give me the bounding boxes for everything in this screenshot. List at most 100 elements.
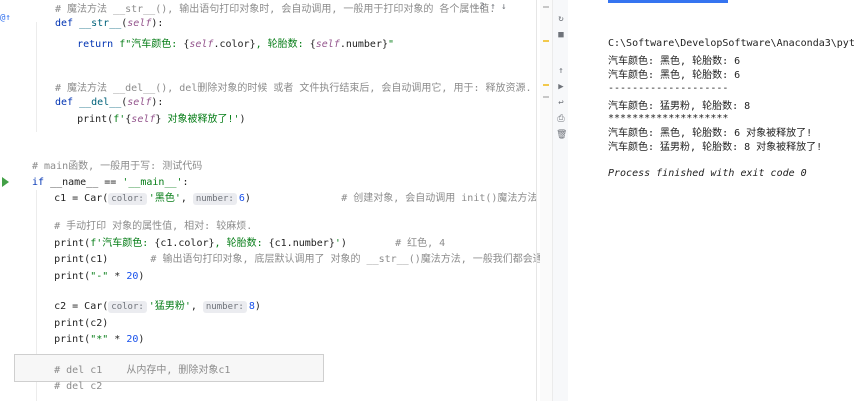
code-line[interactable]: # del c2 bbox=[30, 380, 102, 394]
indent-guide bbox=[36, 22, 37, 132]
code-line[interactable]: print("-" * 20) bbox=[30, 270, 144, 284]
code-line[interactable]: if __name__ == '__main__': bbox=[32, 176, 189, 190]
code-token: 对象被释放了!' bbox=[161, 114, 240, 125]
parameter-hint: number: bbox=[192, 193, 237, 205]
code-token: __del__ bbox=[79, 97, 122, 108]
code-token: , bbox=[180, 193, 193, 204]
console-line: Process finished with exit code 0 bbox=[608, 168, 807, 179]
run-main-icon[interactable] bbox=[2, 177, 9, 187]
code-line[interactable]: print(c1) # 输出语句打印对象, 底层默认调用了 对象的 __str_… bbox=[30, 253, 540, 267]
code-line[interactable]: def __del__(self): bbox=[55, 96, 163, 110]
console-line: 汽车颜色: 黑色, 轮胎数: 6 对象被释放了! bbox=[608, 128, 813, 139]
code-token: self bbox=[131, 114, 156, 125]
code-token: print(c1) bbox=[30, 254, 151, 265]
override-marker-icon[interactable]: @↑ bbox=[0, 13, 11, 23]
code-line[interactable]: print(c2) bbox=[30, 317, 108, 331]
code-line[interactable]: c2 = Car(color: '猛男粉', number: 8) bbox=[30, 300, 261, 314]
code-line[interactable]: # main函数, 一般用于写: 测试代码 bbox=[32, 160, 202, 174]
code-token: print( bbox=[30, 334, 91, 345]
code-line[interactable]: print(f'汽车颜色: {c1.color}, 轮胎数: {c1.numbe… bbox=[30, 237, 445, 251]
code-token: print( bbox=[30, 238, 91, 249]
soft-wrap-icon[interactable]: ↩ bbox=[556, 98, 566, 108]
code-token: {c1.color} bbox=[154, 238, 215, 249]
code-token: print( bbox=[30, 271, 91, 282]
code-token: print( bbox=[53, 114, 114, 125]
code-editor[interactable]: @↑ ⚠3 ↑ ↓ # 魔法方法 __str__(), 输出语句打印对象时, 会… bbox=[0, 0, 540, 401]
code-token: ) bbox=[138, 271, 145, 282]
code-token: '__main__' bbox=[122, 177, 183, 188]
code-token: print(c2) bbox=[30, 318, 109, 329]
console-line: C:\Software\DevelopSoftware\Anaconda3\py… bbox=[608, 38, 854, 49]
parameter-hint: color: bbox=[108, 193, 147, 205]
console-line: 汽车颜色: 猛男粉, 轮胎数: 8 bbox=[608, 101, 751, 112]
code-token: ) bbox=[138, 334, 145, 345]
stop-icon[interactable]: ■ bbox=[556, 30, 566, 40]
chevron-down-icon[interactable]: ↓ bbox=[501, 2, 506, 12]
code-token: 20 bbox=[126, 334, 139, 345]
code-token: "-" bbox=[90, 271, 109, 282]
code-line[interactable]: # 魔法方法 __del__(), del删除对象的时候 或者 文件执行结束后,… bbox=[55, 82, 532, 96]
code-token: # 手动打印 对象的属性值, 相对: 较麻烦. bbox=[30, 221, 253, 232]
run-icon[interactable]: ▶ bbox=[556, 82, 566, 92]
code-token: '猛男粉' bbox=[148, 301, 191, 312]
scroll-marker[interactable] bbox=[543, 84, 549, 86]
code-token: self bbox=[315, 39, 340, 50]
rerun-icon[interactable]: ↻ bbox=[556, 14, 566, 24]
code-token: .color} bbox=[213, 39, 256, 50]
code-token: # 输出语句打印对象, 底层默认调用了 对象的 __str__()魔法方法, 一… bbox=[150, 254, 540, 265]
code-token: def bbox=[55, 97, 80, 108]
code-token: ) bbox=[239, 114, 246, 125]
code-token: return bbox=[53, 39, 120, 50]
code-token: , 轮胎数: bbox=[255, 39, 310, 50]
code-token: __str__ bbox=[79, 18, 122, 29]
parameter-hint: number: bbox=[202, 301, 247, 313]
code-line[interactable]: # del c1 从内存中, 删除对象c1 bbox=[30, 364, 230, 378]
scroll-up-icon[interactable]: ↑ bbox=[556, 66, 566, 76]
code-token: c2 = Car( bbox=[30, 301, 109, 312]
console-line: ******************** bbox=[608, 113, 729, 124]
code-token: "*" bbox=[90, 334, 109, 345]
code-token: * bbox=[108, 334, 127, 345]
console-line: 汽车颜色: 黑色, 轮胎数: 6 bbox=[608, 70, 741, 81]
scroll-marker[interactable] bbox=[543, 96, 549, 98]
code-token: c1 = Car( bbox=[30, 193, 109, 204]
delete-icon[interactable]: 🗑 bbox=[556, 130, 567, 140]
code-token: ) bbox=[254, 301, 261, 312]
console-line: 汽车颜色: 猛男粉, 轮胎数: 8 对象被释放了! bbox=[608, 142, 823, 153]
editor-divider bbox=[536, 0, 537, 401]
code-token: # 创建对象, 会自动调用 init()魔法方法 bbox=[341, 193, 538, 204]
parameter-hint: color: bbox=[108, 301, 147, 313]
code-token: # del c1 从内存中, 删除对象c1 bbox=[30, 365, 231, 376]
console-line: -------------------- bbox=[608, 83, 729, 94]
code-token: f"汽车颜色: bbox=[119, 39, 184, 50]
code-line[interactable]: return f"汽车颜色: {self.color}, 轮胎数: {self.… bbox=[53, 38, 394, 52]
code-token: ) bbox=[244, 193, 342, 204]
code-token: # 魔法方法 __del__(), del删除对象的时候 或者 文件执行结束后,… bbox=[55, 83, 532, 94]
code-token: f' bbox=[113, 114, 126, 125]
scroll-marker[interactable] bbox=[543, 6, 549, 8]
code-token: self bbox=[127, 18, 152, 29]
code-token: def bbox=[55, 18, 80, 29]
code-token: : bbox=[182, 177, 189, 188]
code-line[interactable]: print(f'{self} 对象被释放了!') bbox=[53, 113, 246, 127]
run-tab-indicator bbox=[608, 0, 728, 3]
code-token: " bbox=[388, 39, 395, 50]
code-line[interactable]: print("*" * 20) bbox=[30, 333, 144, 347]
code-token: , 轮胎数: bbox=[214, 238, 269, 249]
code-line[interactable]: def __str__(self): bbox=[55, 17, 163, 31]
code-token: self bbox=[189, 39, 214, 50]
code-token: '黑色' bbox=[148, 193, 181, 204]
editor-gutter[interactable] bbox=[0, 0, 22, 401]
code-line[interactable]: c1 = Car(color: '黑色', number: 6) # 创建对象, 会… bbox=[30, 192, 537, 206]
code-token: ): bbox=[151, 18, 164, 29]
code-token: * bbox=[108, 271, 127, 282]
code-line[interactable]: # 魔法方法 __str__(), 输出语句打印对象时, 会自动调用, 一般用于… bbox=[55, 3, 495, 17]
code-token: ) bbox=[340, 238, 396, 249]
code-token: 20 bbox=[126, 271, 139, 282]
code-line[interactable]: # 手动打印 对象的属性值, 相对: 较麻烦. bbox=[30, 220, 252, 234]
editor-scrollbar[interactable] bbox=[540, 0, 552, 401]
console-line: 汽车颜色: 黑色, 轮胎数: 6 bbox=[608, 56, 741, 67]
code-token: {c1.number} bbox=[268, 238, 335, 249]
scroll-marker[interactable] bbox=[543, 40, 549, 42]
print-icon[interactable]: ⎙ bbox=[556, 114, 566, 124]
